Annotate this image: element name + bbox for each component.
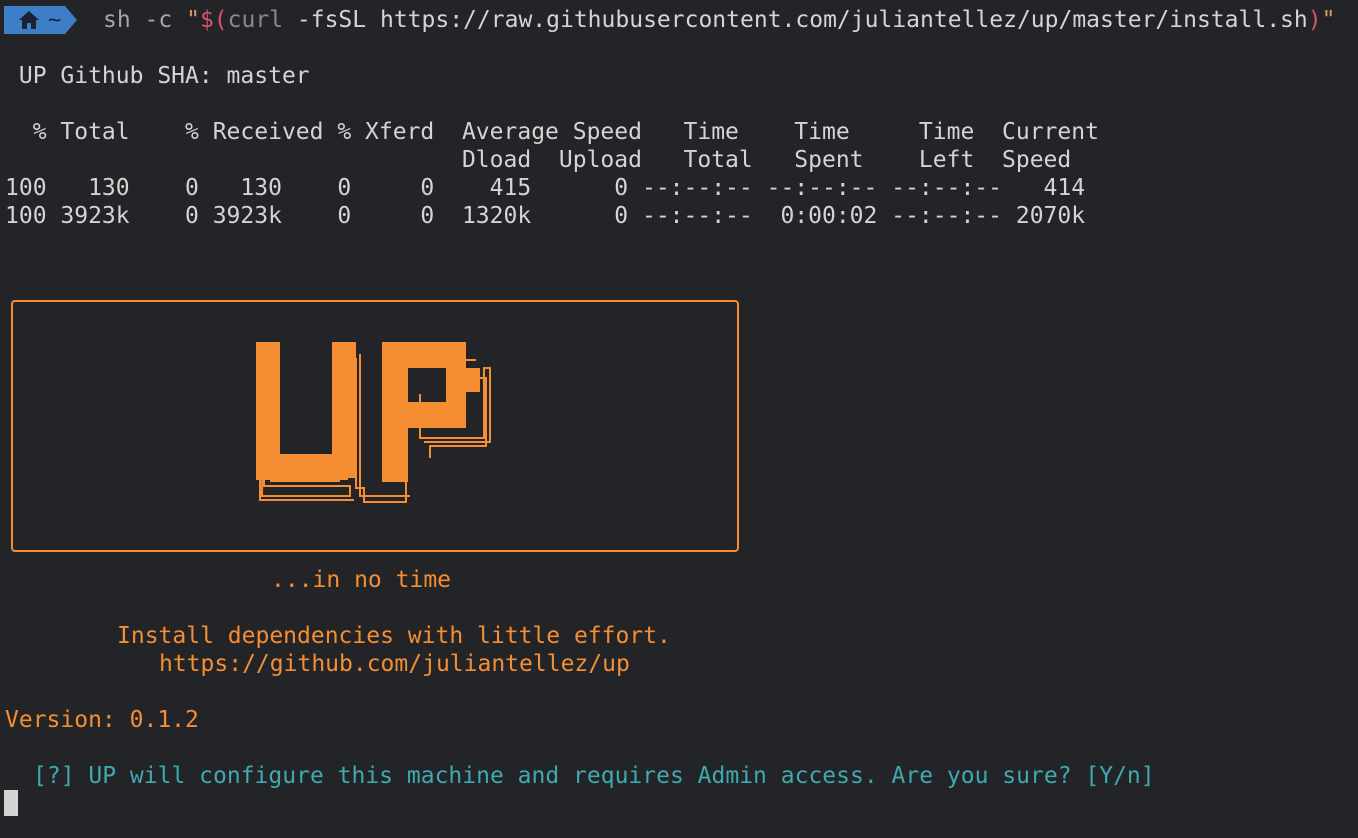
cwd-label: ~: [48, 7, 62, 33]
curl-header-1: % Total % Received % Xferd Average Speed…: [5, 119, 1099, 145]
version-line: Version: 0.1.2: [5, 707, 199, 733]
up-logo: UP: [256, 342, 491, 503]
curl-header-2: Dload Upload Total Spent Left Speed: [5, 147, 1072, 173]
sha-line: UP Github SHA: master: [5, 63, 310, 89]
admin-confirm-prompt: [?] UP will configure this machine and r…: [33, 763, 1155, 789]
banner-url-link[interactable]: https://github.com/juliantellez/up: [159, 650, 630, 678]
home-icon: [19, 11, 39, 29]
prompt-arrow: [65, 6, 78, 34]
curl-row-1: 100 130 0 130 0 0 415 0 --:--:-- --:--:-…: [5, 175, 1086, 201]
curl-row-2: 100 3923k 0 3923k 0 0 1320k 0 --:--:-- 0…: [5, 203, 1086, 229]
banner-description: Install dependencies with little effort.: [117, 623, 671, 649]
command-line: sh -c "$(curl -fsSL https://raw.githubus…: [103, 7, 1336, 33]
text-cursor[interactable]: [4, 790, 18, 816]
banner-tagline: ...in no time: [271, 567, 452, 593]
shell-prompt-badge: ~: [4, 6, 78, 34]
